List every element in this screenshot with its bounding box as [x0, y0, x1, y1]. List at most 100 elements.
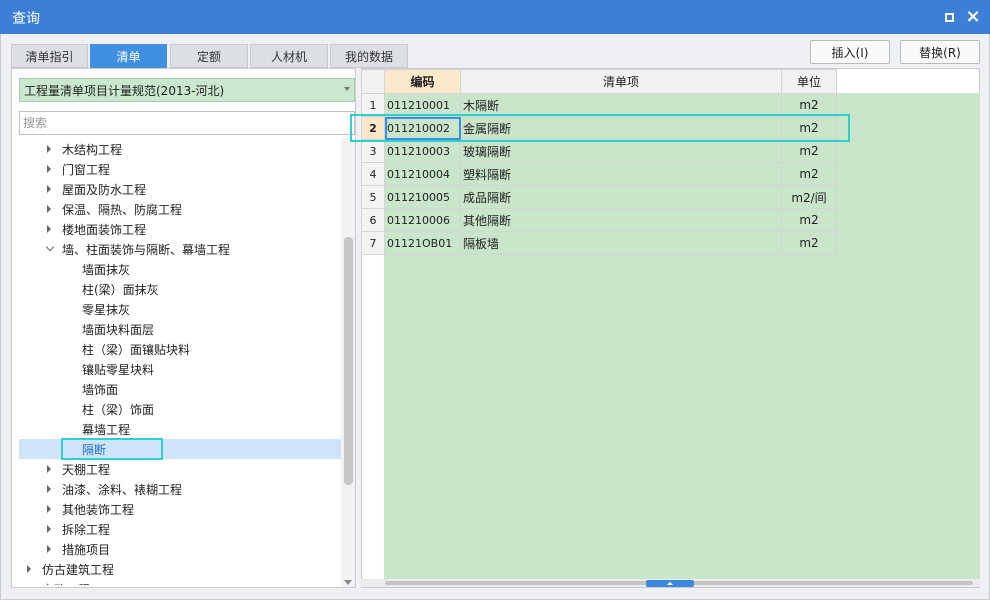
cell-code[interactable]: 011210004	[384, 162, 461, 186]
cell-item[interactable]: 成品隔断	[460, 185, 782, 209]
caret-right-icon[interactable]	[27, 565, 31, 573]
table-row[interactable]: 5 011210005 成品隔断 m2/间	[361, 185, 837, 209]
insert-button[interactable]: 插入(I)	[810, 40, 890, 64]
tree-item[interactable]: 油漆、涂料、裱糊工程	[19, 479, 341, 499]
spec-select-value: 工程量清单项目计量规范(2013-河北)	[24, 83, 225, 98]
tree-item[interactable]: 拆除工程	[19, 519, 341, 539]
cell-item[interactable]: 其他隔断	[460, 208, 782, 232]
tree-item-label: 油漆、涂料、裱糊工程	[62, 482, 183, 497]
tree-item[interactable]: 天棚工程	[19, 459, 341, 479]
cell-code[interactable]: 011210003	[384, 139, 461, 163]
tab-bill[interactable]: 清单	[90, 44, 167, 68]
maximize-button[interactable]	[940, 8, 958, 26]
tree-item-label: 门窗工程	[62, 162, 111, 177]
table-row[interactable]: 3 011210003 玻璃隔断 m2	[361, 139, 837, 163]
tree-scrollbar-thumb[interactable]	[344, 237, 353, 485]
tree-item[interactable]: 柱(梁）面抹灰	[19, 279, 341, 299]
row-number[interactable]: 6	[361, 208, 385, 232]
tree-item-label: 楼地面装饰工程	[62, 222, 147, 237]
cell-unit[interactable]: m2	[781, 162, 837, 186]
table-row[interactable]: 4 011210004 塑料隔断 m2	[361, 162, 837, 186]
row-number[interactable]: 4	[361, 162, 385, 186]
chevron-up-icon	[667, 582, 673, 585]
cell-item[interactable]: 隔板墙	[460, 231, 782, 255]
tree-item-label: 墙、柱面装饰与隔断、幕墙工程	[62, 242, 231, 257]
tree-item-label: 柱（梁）饰面	[82, 402, 155, 417]
tree-item-label: 墙面块料面层	[82, 322, 155, 337]
close-button[interactable]: ×	[964, 8, 982, 26]
tree-item[interactable]: 墙、柱面装饰与隔断、幕墙工程	[19, 239, 341, 259]
highlight-box-tree	[61, 438, 163, 460]
title-bar: 查询 ×	[0, 0, 990, 34]
tree-item[interactable]: 其他装饰工程	[19, 499, 341, 519]
caret-right-icon[interactable]	[47, 145, 51, 153]
tree-item[interactable]: 措施项目	[19, 539, 341, 559]
tree-item[interactable]: 柱（梁）饰面	[19, 399, 341, 419]
replace-button[interactable]: 替换(R)	[900, 40, 980, 64]
window-title: 查询	[12, 11, 40, 27]
tab-list-guide[interactable]: 清单指引	[11, 44, 88, 68]
cell-unit[interactable]: m2	[781, 208, 837, 232]
search-input[interactable]	[19, 111, 355, 135]
spec-select[interactable]: 工程量清单项目计量规范(2013-河北)	[19, 78, 355, 102]
tree-item-label: 柱(梁）面抹灰	[82, 282, 159, 297]
tree-item[interactable]: 仿古建筑工程	[19, 559, 341, 579]
tree-item[interactable]: 柱（梁）面镶贴块料	[19, 339, 341, 359]
maximize-icon	[944, 12, 954, 22]
tree-item[interactable]: 木结构工程	[19, 139, 341, 159]
tree-item-label: 保温、隔热、防腐工程	[62, 202, 183, 217]
tree-item-label: 拆除工程	[62, 522, 111, 537]
caret-right-icon[interactable]	[47, 505, 51, 513]
tree-item-label: 措施项目	[62, 542, 111, 557]
cell-code[interactable]: 01121OB01	[384, 231, 461, 255]
tree-item[interactable]: 门窗工程	[19, 159, 341, 179]
tree-item[interactable]: 楼地面装饰工程	[19, 219, 341, 239]
cell-unit[interactable]: m2	[781, 231, 837, 255]
caret-right-icon[interactable]	[47, 545, 51, 553]
caret-right-icon[interactable]	[47, 165, 51, 173]
row-number-header	[361, 69, 385, 94]
tree-item[interactable]: 市政工程	[19, 579, 341, 586]
tree-item[interactable]: 屋面及防水工程	[19, 179, 341, 199]
caret-right-icon[interactable]	[47, 465, 51, 473]
tab-quota[interactable]: 定额	[170, 44, 248, 68]
table-row[interactable]: 6 011210006 其他隔断 m2	[361, 208, 837, 232]
tree-item[interactable]: 墙饰面	[19, 379, 341, 399]
tree-item-label: 仿古建筑工程	[42, 562, 115, 577]
cell-unit[interactable]: m2	[781, 139, 837, 163]
tree-item[interactable]: 墙面抹灰	[19, 259, 341, 279]
cell-item[interactable]: 玻璃隔断	[460, 139, 782, 163]
tree-item[interactable]: 幕墙工程	[19, 419, 341, 439]
caret-right-icon[interactable]	[47, 485, 51, 493]
tree-item[interactable]: 镶贴零星块料	[19, 359, 341, 379]
caret-down-icon[interactable]	[45, 242, 55, 252]
cell-item[interactable]: 塑料隔断	[460, 162, 782, 186]
cell-code[interactable]: 011210005	[384, 185, 461, 209]
row-number[interactable]: 7	[361, 231, 385, 255]
column-header-code[interactable]: 编码	[384, 69, 461, 94]
caret-right-icon[interactable]	[47, 525, 51, 533]
tree-item-label: 天棚工程	[62, 462, 111, 477]
row-number[interactable]: 5	[361, 185, 385, 209]
splitter-handle[interactable]	[646, 580, 694, 587]
chevron-down-icon	[344, 87, 350, 91]
tab-my-data[interactable]: 我的数据	[330, 44, 408, 68]
scroll-down-icon[interactable]	[344, 580, 352, 585]
caret-right-icon[interactable]	[47, 205, 51, 213]
table-row[interactable]: 7 01121OB01 隔板墙 m2	[361, 231, 837, 255]
tree-item[interactable]: 零星抹灰	[19, 299, 341, 319]
caret-right-icon[interactable]	[47, 185, 51, 193]
close-icon: ×	[965, 6, 981, 27]
column-header-item[interactable]: 清单项	[460, 69, 782, 94]
tree-item[interactable]: 保温、隔热、防腐工程	[19, 199, 341, 219]
cell-unit[interactable]: m2/间	[781, 185, 837, 209]
row-number[interactable]: 3	[361, 139, 385, 163]
tree-item-label: 木结构工程	[62, 142, 123, 157]
tree-item[interactable]: 墙面块料面层	[19, 319, 341, 339]
caret-right-icon[interactable]	[47, 225, 51, 233]
column-header-unit[interactable]: 单位	[781, 69, 837, 94]
tree-item-label: 柱（梁）面镶贴块料	[82, 342, 191, 357]
tree-scrollbar[interactable]	[341, 139, 355, 587]
cell-code[interactable]: 011210006	[384, 208, 461, 232]
tab-materials[interactable]: 人材机	[250, 44, 328, 68]
